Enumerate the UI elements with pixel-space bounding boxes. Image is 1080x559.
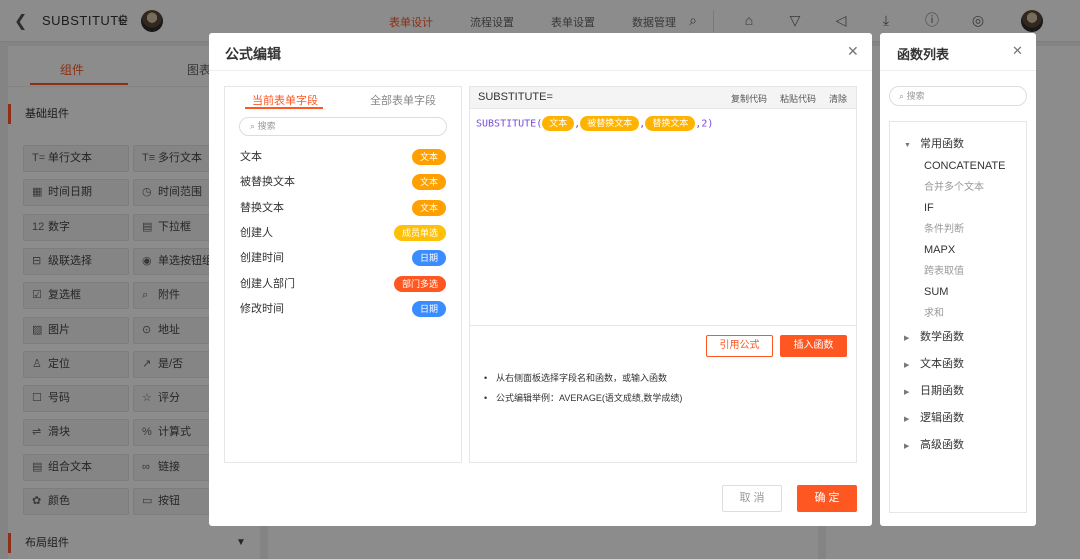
field-chip[interactable]: 被替换文本 (580, 116, 640, 131)
field-label: 创建时间 (240, 252, 284, 265)
field-row[interactable]: 被替换文本 文本 (240, 174, 446, 191)
panel-title: 函数列表 (897, 47, 950, 62)
function-search-input[interactable]: ⌕ 搜索 (889, 86, 1027, 106)
divider (880, 70, 1036, 71)
copy-code-button[interactable]: 复制代码 (731, 92, 767, 105)
field-type-badge: 文本 (411, 149, 446, 165)
field-label: 被替换文本 (240, 176, 295, 189)
field-label: 修改时间 (240, 302, 284, 315)
function-category[interactable]: ▶ 数学函数 (904, 328, 964, 344)
field-panel: 当前表单字段 全部表单字段 ⌕ 搜索 文本 文本 被替换文本 文本 替换文本 文本 创建人成… (224, 86, 462, 463)
divider (470, 325, 856, 326)
function-description: 求和 (924, 308, 944, 319)
divider (209, 70, 872, 71)
search-placeholder: 搜索 (906, 91, 925, 101)
function-list-panel: 函数列表 ✕ ⌕ 搜索 ▼ 常用函数 CONCATENATE 合并多个文本 IF 条件判… (880, 33, 1036, 526)
caret-down-icon: ▼ (904, 142, 911, 149)
hint-text: 公式编辑举例：AVERAGE(语文成绩,数学成绩) (484, 391, 682, 404)
caret-right-icon: ▶ (904, 416, 910, 423)
tab-all-fields[interactable]: 全部表单字段 (370, 92, 436, 108)
function-item[interactable]: SUM (924, 286, 948, 298)
close-icon[interactable]: ✕ (847, 43, 859, 60)
field-type-badge: 日期 (411, 250, 446, 267)
field-chip[interactable]: 文本 (542, 116, 575, 131)
close-icon[interactable]: ✕ (1012, 43, 1023, 59)
formula-end: ,2) (695, 118, 714, 130)
caret-right-icon: ▶ (904, 389, 910, 396)
field-type-badge: 文本 (411, 199, 446, 216)
cancel-button[interactable]: 取 消 (722, 485, 782, 512)
field-row[interactable]: 创建时间 日期 (240, 250, 446, 267)
formula-editor-dialog: 公式编辑 ✕ 当前表单字段 全部表单字段 ⌕ 搜索 文本 文本 被替换文本 文本 替换文… (209, 33, 872, 526)
field-type-badge: 文本 (411, 174, 446, 191)
function-category[interactable]: ▶ 高级函数 (904, 436, 964, 452)
tab-current-fields[interactable]: 当前表单字段 (252, 92, 318, 108)
caret-right-icon: ▶ (904, 335, 910, 342)
field-type-badge: 成员单选 (393, 224, 446, 241)
function-item[interactable]: MAPX (924, 244, 955, 256)
category-label: 文本函数 (920, 358, 964, 370)
field-row[interactable]: 文本 文本 (240, 149, 446, 165)
field-row[interactable]: 创建人 成员单选 (240, 224, 446, 241)
category-label: 常用函数 (920, 138, 964, 150)
field-row[interactable]: 修改时间 日期 (240, 300, 446, 317)
paste-code-button[interactable]: 粘贴代码 (780, 92, 816, 105)
search-placeholder: 搜索 (257, 121, 276, 131)
category-label: 数学函数 (920, 331, 964, 343)
dialog-title: 公式编辑 (225, 46, 281, 62)
field-label: 创建人部门 (240, 277, 295, 290)
category-label: 逻辑函数 (920, 412, 964, 424)
search-icon: ⌕ (250, 121, 256, 131)
field-row[interactable]: 替换文本 文本 (240, 199, 446, 216)
formula-editor: SUBSTITUTE= 复制代码 粘贴代码 清除 SUBSTITUTE(文本, 被… (469, 86, 857, 463)
field-label: 创建人 (240, 226, 273, 239)
function-item[interactable]: IF (924, 202, 934, 214)
field-label: 替换文本 (240, 201, 284, 214)
reference-formula-button[interactable]: 引用公式 (706, 335, 773, 357)
field-chip[interactable]: 替换文本 (645, 116, 696, 131)
field-type-badge: 日期 (411, 300, 446, 317)
caret-right-icon: ▶ (904, 443, 910, 450)
insert-function-button[interactable]: 插入函数 (780, 335, 847, 357)
function-tree: ▼ 常用函数 CONCATENATE 合并多个文本 IF 条件判断 MAPX 跨表取值 SUM… (889, 121, 1027, 513)
confirm-button[interactable]: 确 定 (797, 485, 857, 512)
function-item[interactable]: CONCATENATE (924, 160, 1006, 172)
formula-function: SUBSTITUTE( (476, 118, 543, 130)
field-row[interactable]: 创建人部门 部门多选 (240, 275, 446, 292)
clear-button[interactable]: 清除 (829, 92, 847, 105)
function-description: 跨表取值 (924, 266, 964, 277)
field-label: 文本 (240, 151, 262, 163)
field-search-input[interactable]: ⌕ 搜索 (239, 117, 447, 136)
category-label: 日期函数 (920, 385, 964, 397)
formula-text[interactable]: SUBSTITUTE(文本, 被替换文本, 替换文本 ,2) (476, 116, 713, 133)
editor-header: SUBSTITUTE= 复制代码 粘贴代码 清除 (470, 87, 856, 109)
tab-indicator (245, 107, 323, 109)
category-common[interactable]: ▼ 常用函数 (904, 135, 964, 151)
function-description: 条件判断 (924, 224, 964, 235)
function-category[interactable]: ▶ 文本函数 (904, 355, 964, 371)
category-label: 高级函数 (920, 439, 964, 451)
search-icon: ⌕ (899, 91, 905, 101)
hint-text: 从右侧面板选择字段名和函数，或输入函数 (484, 371, 667, 384)
function-category[interactable]: ▶ 逻辑函数 (904, 409, 964, 425)
function-category[interactable]: ▶ 日期函数 (904, 382, 964, 398)
function-description: 合并多个文本 (924, 182, 984, 193)
function-name: SUBSTITUTE= (478, 91, 553, 103)
field-type-badge: 部门多选 (393, 275, 446, 292)
caret-right-icon: ▶ (904, 362, 910, 369)
